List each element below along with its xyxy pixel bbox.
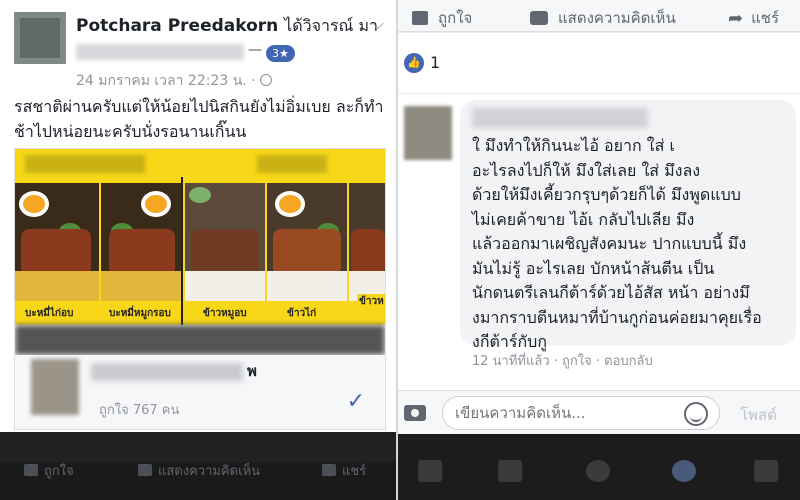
- left-action-bar: ถูกใจ แสดงความคิดเห็น แชร์: [0, 432, 398, 500]
- share-button[interactable]: แชร์: [322, 460, 366, 481]
- thumbs-up-icon: [412, 11, 428, 25]
- post-timestamp[interactable]: 24 มกราคม เวลา 22:23 น. ·: [76, 70, 272, 92]
- like-button[interactable]: ถูกใจ: [24, 460, 74, 481]
- food-label: ข้าวไก่: [285, 306, 319, 321]
- news-feed-icon[interactable]: [418, 460, 442, 482]
- post-body: รสชาติผ่านครับแต่ให้น้อยไปนิสกินยังไม่อิ…: [14, 97, 384, 141]
- left-post-panel: Potchara Preedakorn ได้วิจารณ์ มา ⌵ — 3★…: [0, 0, 398, 500]
- watch-icon[interactable]: [586, 460, 610, 482]
- author-action: ได้วิจารณ์ มา: [284, 16, 379, 35]
- author-avatar[interactable]: [14, 12, 66, 64]
- comment-bubble: ใ มึงทำให้กินนะไอ้ อยาก ใส่ เ อะไรลงไปก็…: [460, 100, 796, 351]
- comment-line: อะไรลงไปก็ให้ มึงใส่เลย ใส่ มึงลง: [472, 160, 701, 180]
- commenter-avatar[interactable]: [404, 106, 452, 160]
- comment-line: แล้วออกมาเผชิญสังคมนะ ปากแบบนี้ มึง: [472, 234, 747, 253]
- comment-button[interactable]: แสดงความคิดเห็น: [138, 460, 260, 481]
- comment-icon: [138, 464, 152, 476]
- share-arrow-icon: ➦: [728, 8, 744, 29]
- comment-button[interactable]: แสดงความคิดเห็น: [530, 6, 676, 30]
- post-author[interactable]: Potchara Preedakorn ได้วิจารณ์ มา: [76, 14, 378, 39]
- blurred-page-name: [76, 44, 244, 60]
- camera-icon[interactable]: [404, 405, 426, 421]
- food-label: ข้าวห: [357, 294, 385, 309]
- comment-line: ไม่เคยค้าขาย ไอ้เ กลับไปเลีย มึง: [472, 209, 695, 229]
- like-count[interactable]: 1: [430, 53, 440, 72]
- food-photo: [101, 183, 181, 301]
- page-likes: ถูกใจ 767 คน: [99, 403, 180, 418]
- author-name[interactable]: Potchara Preedakorn: [76, 16, 278, 36]
- right-comment-panel: ถูกใจ แสดงความคิดเห็น ➦ แชร์ 👍 1 ใ มึงทำใ…: [398, 0, 800, 500]
- blurred-page-title: [91, 363, 243, 381]
- comment-meta[interactable]: 12 นาทีที่แล้ว · ถูกใจ · ตอบกลับ: [472, 350, 653, 371]
- blurred-commenter-name[interactable]: [472, 108, 648, 128]
- food-label: บะหมี่ไก่อบ: [23, 306, 76, 321]
- comment-line: ด้วยให้มึงเคี้ยวกรุบๆด้วยก็ได้ มึงพูดแบบ: [472, 185, 741, 204]
- food-menu-image[interactable]: บะหมี่ไก่อบ บะหมี่หมูกรอบ ข้าวหมูอบ ข้าว…: [15, 149, 385, 325]
- comment-input[interactable]: [442, 396, 720, 430]
- post-comment-button[interactable]: โพสต์: [740, 403, 777, 427]
- comment-line: งมากราบตีนหมาที่บ้านกูก่อนค่อยมาคุยเรื่อ: [472, 307, 762, 327]
- shared-page-card[interactable]: บะหมี่ไก่อบ บะหมี่หมูกรอบ ข้าวหมูอบ ข้าว…: [14, 148, 386, 430]
- comment-label: แสดงความคิดเห็น: [158, 464, 261, 479]
- food-label: บะหมี่หมูกรอบ: [107, 306, 173, 321]
- thumbs-up-icon: [24, 464, 38, 476]
- comment-line: ใ มึงทำให้กินนะไอ้ อยาก ใส่ เ: [472, 136, 675, 155]
- check-icon[interactable]: ✓: [347, 389, 365, 414]
- food-photo: [185, 183, 265, 301]
- food-photo: [349, 183, 385, 301]
- food-label: ข้าวหมูอบ: [201, 306, 249, 321]
- emoji-icon[interactable]: [684, 402, 708, 426]
- blurred-caption-bar: [15, 325, 385, 355]
- post-header: Potchara Preedakorn ได้วิจารณ์ มา ⌵ — 3★…: [14, 8, 386, 89]
- page-title-tail: พ: [247, 362, 257, 380]
- separator-dash: —: [248, 42, 262, 58]
- reaction-summary[interactable]: 👍 1: [398, 33, 800, 93]
- page-thumbnail: [31, 359, 79, 415]
- chevron-down-icon[interactable]: ⌵: [372, 14, 384, 34]
- like-label: ถูกใจ: [438, 9, 473, 27]
- menu-icon[interactable]: [754, 460, 778, 482]
- share-button[interactable]: ➦ แชร์: [728, 6, 779, 30]
- share-icon: [322, 464, 336, 476]
- friends-icon[interactable]: [498, 460, 522, 482]
- rating-badge: 3★: [266, 45, 295, 62]
- comment-line: มันไม่รู้ อะไรเลย บักหน้าส้นตีน เป็น: [472, 258, 715, 278]
- bottom-nav-bar: [398, 434, 800, 500]
- globe-notifications-icon[interactable]: [672, 460, 696, 482]
- comment-composer: โพสต์: [398, 390, 800, 434]
- comment-list: ใ มึงทำให้กินนะไอ้ อยาก ใส่ เ อะไรลงไปก็…: [398, 94, 800, 390]
- comment-icon: [530, 11, 548, 25]
- timestamp-text[interactable]: 24 มกราคม เวลา 22:23 น. ·: [76, 73, 256, 89]
- comment-line: นักดนตรีเลนกีต้าร์ด้วยไอ้สัส หน้า อย่างม…: [472, 283, 750, 302]
- share-label: แชร์: [342, 464, 367, 479]
- share-label: แชร์: [751, 9, 779, 27]
- like-label: ถูกใจ: [44, 464, 74, 479]
- food-photo: [267, 183, 347, 301]
- comment-label: แสดงความคิดเห็น: [558, 9, 676, 27]
- like-reaction-icon: 👍: [404, 53, 424, 73]
- comment-text: ใ มึงทำให้กินนะไอ้ อยาก ใส่ เ อะไรลงไปก็…: [472, 134, 792, 355]
- post-action-bar: ถูกใจ แสดงความคิดเห็น ➦ แชร์: [398, 0, 800, 32]
- page-info[interactable]: พ ถูกใจ 767 คน ✓: [15, 355, 385, 429]
- globe-icon: [259, 74, 272, 86]
- food-photo: [15, 183, 99, 301]
- like-button[interactable]: ถูกใจ: [412, 6, 472, 30]
